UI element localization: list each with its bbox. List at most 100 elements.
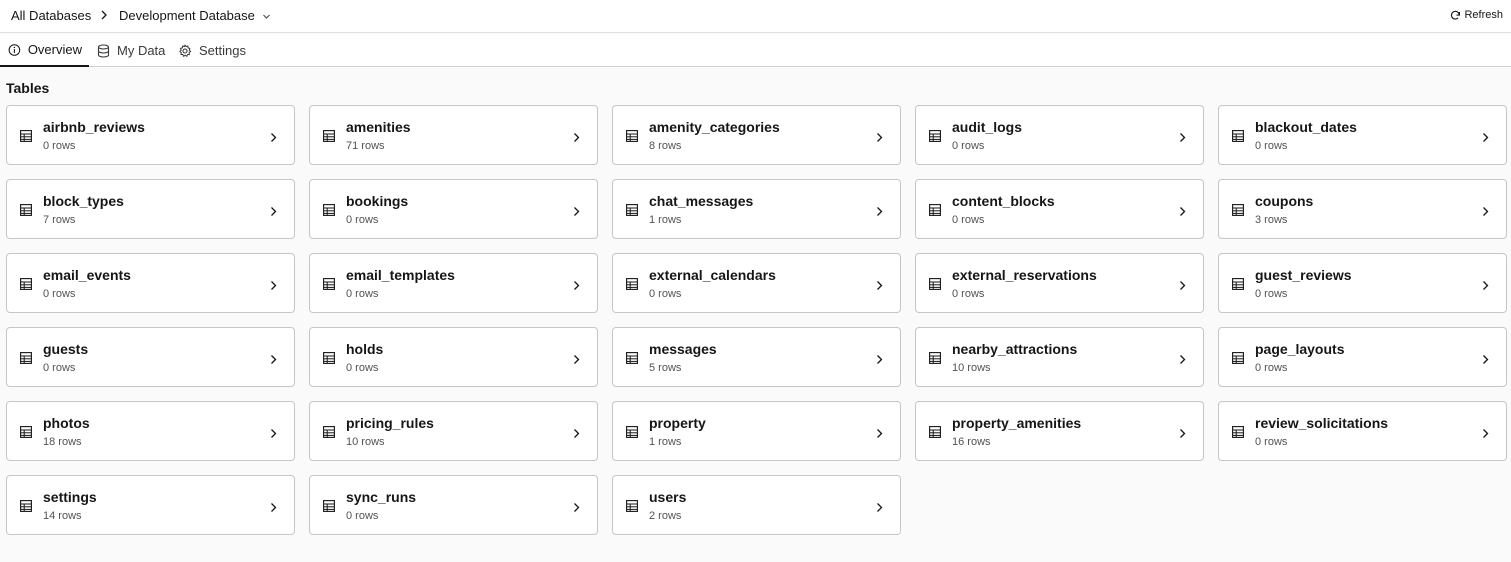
table-card-page-layouts[interactable]: page_layouts 0 rows: [1218, 327, 1507, 387]
tab-settings[interactable]: Settings: [178, 34, 246, 67]
table-icon: [1232, 203, 1244, 221]
table-name: bookings: [346, 193, 409, 209]
table-icon: [929, 351, 941, 369]
table-icon: [626, 203, 638, 221]
table-card-messages[interactable]: messages 5 rows: [612, 327, 901, 387]
table-card-external-calendars[interactable]: external_calendars 0 rows: [612, 253, 901, 313]
table-card-content-blocks[interactable]: content_blocks 0 rows: [915, 179, 1204, 239]
table-icon: [323, 277, 335, 295]
table-row-count: 0 rows: [1255, 288, 1288, 300]
table-card-email-templates[interactable]: email_templates 0 rows: [309, 253, 598, 313]
table-icon: [323, 129, 335, 147]
table-name: block_types: [43, 193, 124, 209]
table-name: external_calendars: [649, 267, 776, 283]
table-card-photos[interactable]: photos 18 rows: [6, 401, 295, 461]
table-card-sync-runs[interactable]: sync_runs 0 rows: [309, 475, 598, 535]
table-name: amenities: [346, 119, 411, 135]
table-card-amenity-categories[interactable]: amenity_categories 8 rows: [612, 105, 901, 165]
table-name: email_events: [43, 267, 131, 283]
chevron-right-icon: [270, 352, 277, 370]
table-row-count: 0 rows: [346, 214, 379, 226]
table-card-email-events[interactable]: email_events 0 rows: [6, 253, 295, 313]
chevron-right-icon: [573, 352, 580, 370]
table-card-audit-logs[interactable]: audit_logs 0 rows: [915, 105, 1204, 165]
table-name: property: [649, 415, 706, 431]
database-selector[interactable]: Development Database: [119, 8, 271, 23]
table-row-count: 14 rows: [43, 510, 82, 522]
table-icon: [929, 425, 941, 443]
table-row-count: 0 rows: [1255, 362, 1288, 374]
table-card-property-amenities[interactable]: property_amenities 16 rows: [915, 401, 1204, 461]
table-row-count: 0 rows: [346, 288, 379, 300]
tab-overview-label: Overview: [27, 42, 82, 57]
table-icon: [929, 129, 941, 147]
tab-overview[interactable]: Overview: [0, 34, 89, 67]
table-row-count: 7 rows: [43, 214, 76, 226]
table-icon: [1232, 129, 1244, 147]
table-icon: [626, 499, 638, 517]
table-card-guests[interactable]: guests 0 rows: [6, 327, 295, 387]
table-card-bookings[interactable]: bookings 0 rows: [309, 179, 598, 239]
table-name: sync_runs: [346, 489, 417, 505]
table-row-count: 10 rows: [346, 436, 385, 448]
chevron-right-icon: [1179, 130, 1186, 148]
table-card-coupons[interactable]: coupons 3 rows: [1218, 179, 1507, 239]
table-row-count: 3 rows: [1255, 214, 1288, 226]
breadcrumb-all-databases[interactable]: All Databases: [11, 8, 91, 23]
table-card-pricing-rules[interactable]: pricing_rules 10 rows: [309, 401, 598, 461]
chevron-right-icon: [270, 426, 277, 444]
refresh-label: Refresh: [1464, 9, 1503, 21]
chevron-right-icon: [270, 130, 277, 148]
table-name: review_solicitations: [1255, 415, 1389, 431]
table-name: guests: [43, 341, 89, 357]
chevron-right-icon: [1482, 352, 1489, 370]
table-icon: [20, 425, 32, 443]
table-row-count: 0 rows: [43, 140, 76, 152]
gear-icon: [179, 44, 192, 57]
table-icon: [20, 351, 32, 369]
chevron-right-icon: [573, 426, 580, 444]
chevron-right-icon: [1482, 426, 1489, 444]
table-card-airbnb-reviews[interactable]: airbnb_reviews 0 rows: [6, 105, 295, 165]
refresh-button[interactable]: Refresh: [1450, 9, 1503, 21]
table-card-amenities[interactable]: amenities 71 rows: [309, 105, 598, 165]
table-card-holds[interactable]: holds 0 rows: [309, 327, 598, 387]
table-card-settings[interactable]: settings 14 rows: [6, 475, 295, 535]
table-card-guest-reviews[interactable]: guest_reviews 0 rows: [1218, 253, 1507, 313]
table-name: photos: [43, 415, 90, 431]
table-icon: [20, 499, 32, 517]
table-card-nearby-attractions[interactable]: nearby_attractions 10 rows: [915, 327, 1204, 387]
table-row-count: 0 rows: [952, 288, 985, 300]
chevron-right-icon: [1179, 204, 1186, 222]
table-name: property_amenities: [952, 415, 1082, 431]
top-bar: All Databases Development Database Refre…: [0, 0, 1511, 33]
info-icon: [8, 43, 21, 56]
table-card-users[interactable]: users 2 rows: [612, 475, 901, 535]
chevron-right-icon: [876, 278, 883, 296]
table-icon: [20, 277, 32, 295]
table-name: coupons: [1255, 193, 1314, 209]
tab-my-data[interactable]: My Data: [97, 34, 165, 67]
table-name: amenity_categories: [649, 119, 780, 135]
table-name: chat_messages: [649, 193, 754, 209]
tab-my-data-label: My Data: [117, 43, 166, 58]
chevron-right-icon: [270, 278, 277, 296]
table-card-blackout-dates[interactable]: blackout_dates 0 rows: [1218, 105, 1507, 165]
table-name: email_templates: [346, 267, 455, 283]
table-icon: [1232, 351, 1244, 369]
table-card-property[interactable]: property 1 rows: [612, 401, 901, 461]
table-icon: [323, 499, 335, 517]
table-icon: [323, 425, 335, 443]
tab-bar: Overview My Data Settings: [0, 34, 1511, 67]
table-row-count: 0 rows: [1255, 436, 1288, 448]
breadcrumb-current: Development Database: [119, 8, 255, 23]
table-name: users: [649, 489, 687, 505]
table-card-chat-messages[interactable]: chat_messages 1 rows: [612, 179, 901, 239]
table-icon: [20, 203, 32, 221]
table-row-count: 1 rows: [649, 214, 682, 226]
table-card-block-types[interactable]: block_types 7 rows: [6, 179, 295, 239]
table-name: holds: [346, 341, 384, 357]
table-row-count: 0 rows: [346, 510, 379, 522]
table-card-review-solicitations[interactable]: review_solicitations 0 rows: [1218, 401, 1507, 461]
table-card-external-reservations[interactable]: external_reservations 0 rows: [915, 253, 1204, 313]
